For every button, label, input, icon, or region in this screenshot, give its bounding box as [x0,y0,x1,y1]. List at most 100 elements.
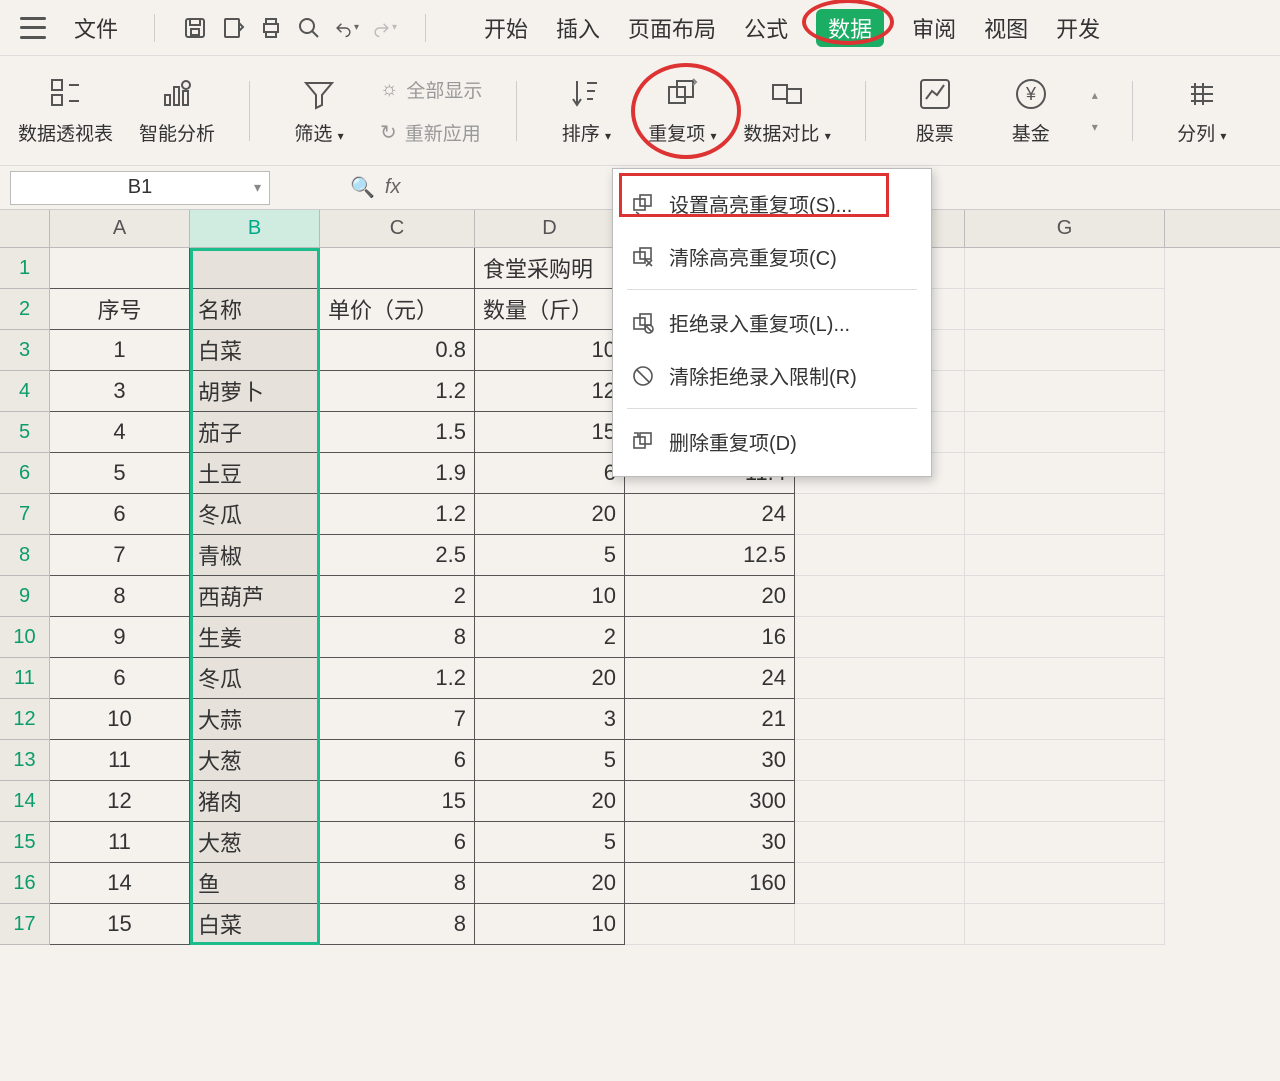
cell[interactable]: 4 [50,412,190,453]
row-header[interactable]: 11 [0,658,50,699]
name-box[interactable]: B1 ▾ [10,171,270,205]
save-icon[interactable] [183,16,207,40]
ribbon-stocks-button[interactable]: 股票 [900,75,970,146]
row-header[interactable]: 6 [0,453,50,494]
dd-reject-dup[interactable]: 拒绝录入重复项(L)... [613,296,931,349]
cell[interactable] [965,330,1165,371]
cell[interactable]: 数量（斤） [475,289,625,330]
tab-view[interactable]: 视图 [984,12,1028,44]
row-header[interactable]: 7 [0,494,50,535]
cell[interactable]: 24 [625,658,795,699]
cell[interactable]: 5 [475,535,625,576]
cell[interactable]: 5 [50,453,190,494]
cell[interactable]: 1 [50,330,190,371]
cell[interactable]: 6 [50,494,190,535]
col-header-A[interactable]: A [50,210,190,247]
cell[interactable]: 11 [50,822,190,863]
cell[interactable]: 西葫芦 [190,576,320,617]
ribbon-sort-button[interactable]: 排序 ▾ [551,75,621,146]
cell[interactable]: 12.5 [625,535,795,576]
cell[interactable] [795,904,965,945]
cell[interactable]: 9 [50,617,190,658]
row-header[interactable]: 14 [0,781,50,822]
hamburger-icon[interactable] [20,17,46,39]
cell[interactable]: 5 [475,822,625,863]
tab-data[interactable]: 数据 [816,9,884,47]
row-header[interactable]: 9 [0,576,50,617]
cell[interactable] [965,453,1165,494]
scroll-up-icon[interactable]: ▴ [1092,88,1098,102]
cell[interactable]: 序号 [50,289,190,330]
col-header-C[interactable]: C [320,210,475,247]
dd-clear-reject[interactable]: 清除拒绝录入限制(R) [613,349,931,402]
cell[interactable]: 8 [320,863,475,904]
cell[interactable]: 白菜 [190,904,320,945]
cell[interactable] [965,576,1165,617]
cell[interactable]: 白菜 [190,330,320,371]
ribbon-reapply[interactable]: ↻重新应用 [380,119,482,146]
cell[interactable]: 大葱 [190,740,320,781]
cell[interactable]: 冬瓜 [190,658,320,699]
search-fx-icon[interactable]: 🔍 [350,175,375,200]
print-preview-icon[interactable] [221,16,245,40]
row-header[interactable]: 3 [0,330,50,371]
cell[interactable] [965,412,1165,453]
cell[interactable]: 21 [625,699,795,740]
row-header[interactable]: 2 [0,289,50,330]
cell[interactable] [795,658,965,699]
cell[interactable] [795,740,965,781]
ribbon-duplicates-button[interactable]: 重复项 ▾ [647,75,717,146]
cell[interactable] [795,781,965,822]
cell[interactable]: 15 [50,904,190,945]
cell[interactable]: 大葱 [190,822,320,863]
cell[interactable]: 20 [475,781,625,822]
cell[interactable]: 10 [475,330,625,371]
ribbon-funds-button[interactable]: ¥ 基金 [996,75,1066,146]
cell[interactable] [965,371,1165,412]
tab-start[interactable]: 开始 [484,12,528,44]
cell[interactable]: 15 [475,412,625,453]
cell[interactable]: 1.5 [320,412,475,453]
cell[interactable]: 6 [320,740,475,781]
cell[interactable]: 3 [475,699,625,740]
row-header[interactable]: 12 [0,699,50,740]
cell[interactable]: 单价（元） [320,289,475,330]
cell[interactable]: 8 [320,617,475,658]
cell[interactable]: 15 [320,781,475,822]
cell[interactable]: 2 [320,576,475,617]
cell[interactable]: 10 [475,904,625,945]
row-header[interactable]: 8 [0,535,50,576]
cell[interactable] [625,904,795,945]
col-header-B[interactable]: B [190,210,320,247]
cell[interactable]: 10 [50,699,190,740]
cell[interactable]: 青椒 [190,535,320,576]
cell[interactable] [190,248,320,289]
cell[interactable]: 8 [320,904,475,945]
cell[interactable] [965,904,1165,945]
cell[interactable] [795,863,965,904]
cell[interactable]: 30 [625,822,795,863]
ribbon-analysis-button[interactable]: 智能分析 [139,75,215,146]
cell[interactable] [965,535,1165,576]
cell[interactable]: 300 [625,781,795,822]
cell[interactable] [965,740,1165,781]
row-header[interactable]: 15 [0,822,50,863]
cell[interactable]: 12 [50,781,190,822]
row-header[interactable]: 17 [0,904,50,945]
cell[interactable]: 20 [475,863,625,904]
cell[interactable]: 胡萝卜 [190,371,320,412]
cell[interactable]: 食堂采购明 [475,248,625,289]
cell[interactable] [965,658,1165,699]
dd-clear-highlight[interactable]: 清除高亮重复项(C) [613,230,931,283]
cell[interactable]: 7 [320,699,475,740]
row-header[interactable]: 4 [0,371,50,412]
cell[interactable] [965,699,1165,740]
cell[interactable]: 6 [50,658,190,699]
cell[interactable]: 大蒜 [190,699,320,740]
cell[interactable]: 14 [50,863,190,904]
cell[interactable] [795,576,965,617]
cell[interactable] [795,822,965,863]
cell[interactable]: 7 [50,535,190,576]
dd-delete-dup[interactable]: 删除重复项(D) [613,415,931,468]
cell[interactable]: 1.2 [320,371,475,412]
